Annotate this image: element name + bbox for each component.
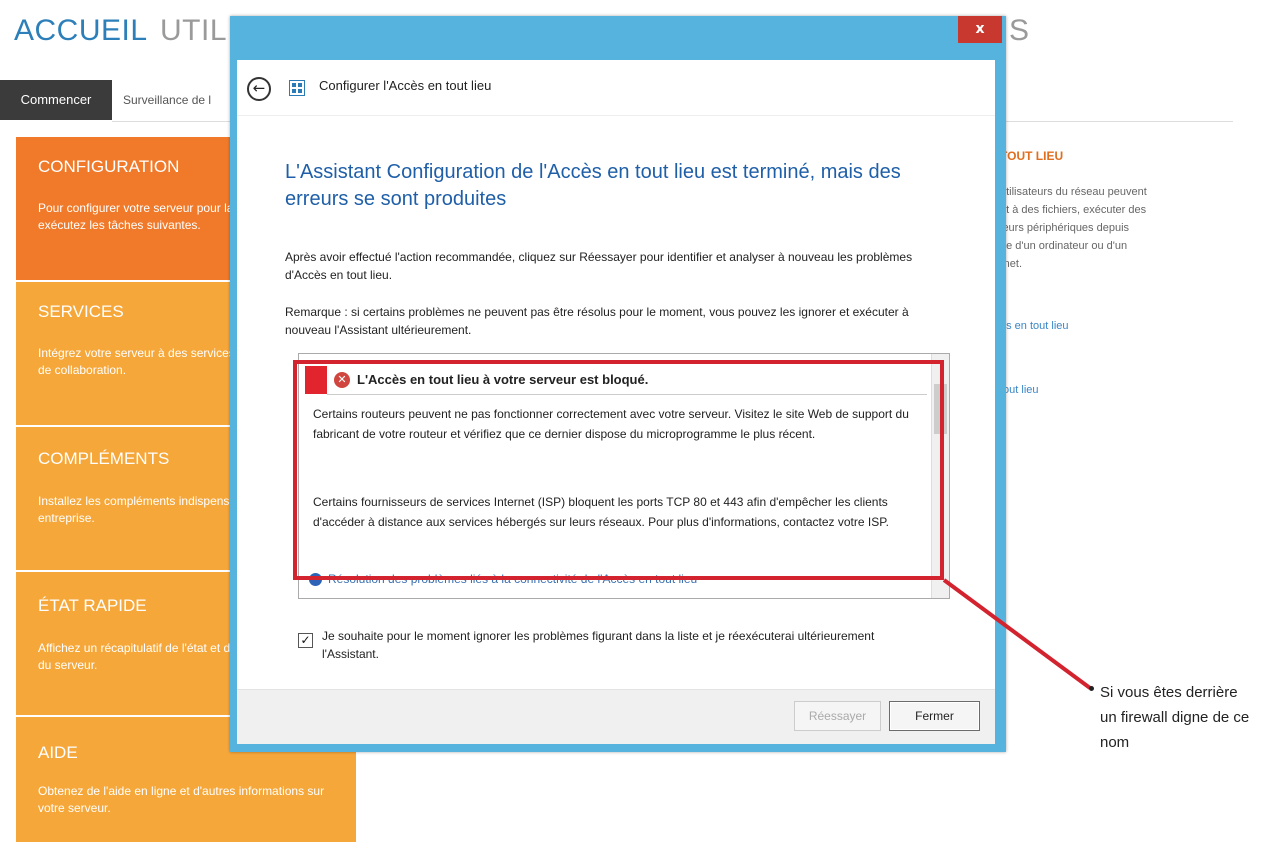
callout-line [942, 578, 1092, 690]
callout-arrow [942, 578, 1092, 690]
callout-text: Si vous êtes derrière un firewall digne … [1100, 684, 1250, 751]
callout-bullet [1089, 686, 1094, 691]
